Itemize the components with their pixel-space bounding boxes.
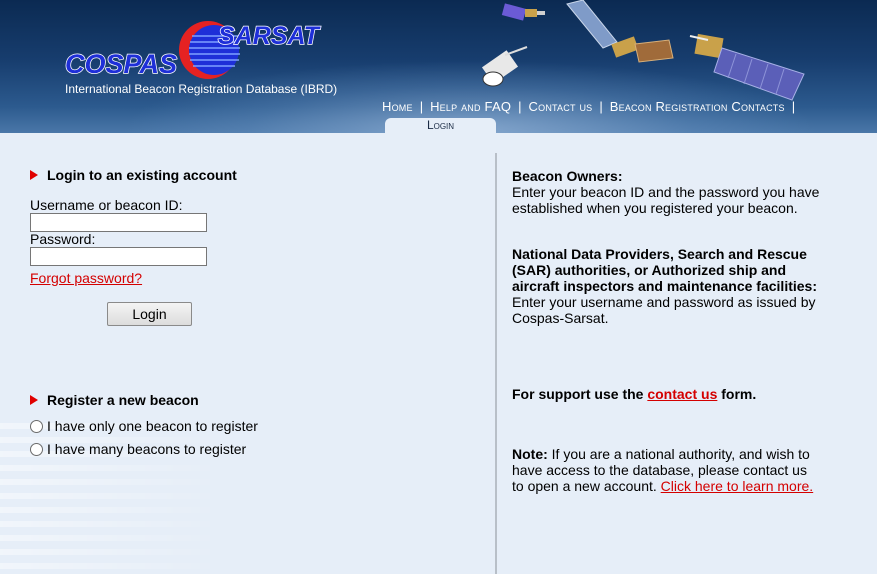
- support-block: For support use the contact us form.: [512, 386, 822, 402]
- site-header: COSPAS SARSAT International Beacon Regis…: [0, 0, 877, 133]
- main-content: Login to an existing account Username or…: [0, 133, 877, 574]
- satellite-icon: [501, 3, 545, 21]
- logo-cospas-text: COSPAS: [65, 49, 177, 79]
- radio-label: I have many beacons to register: [47, 441, 247, 457]
- radio-one-beacon[interactable]: I have only one beacon to register: [30, 418, 258, 434]
- owners-block: Beacon Owners: Enter your beacon ID and …: [512, 168, 822, 216]
- nav-separator: |: [419, 98, 424, 114]
- providers-heading: National Data Providers, Search and Resc…: [512, 246, 817, 294]
- register-section-title: Register a new beacon: [30, 392, 199, 408]
- nav-beacon-registration-contacts[interactable]: Beacon Registration Contacts: [610, 99, 785, 114]
- tab-login[interactable]: Login: [385, 118, 496, 133]
- password-label: Password:: [30, 231, 96, 247]
- note-block: Note: If you are a national authority, a…: [512, 446, 822, 494]
- nav-help-faq[interactable]: Help and FAQ: [430, 99, 511, 114]
- radio-label: I have only one beacon to register: [47, 418, 258, 434]
- support-suffix: form.: [721, 386, 757, 402]
- login-title-text: Login to an existing account: [47, 167, 237, 183]
- login-section-title: Login to an existing account: [30, 167, 237, 183]
- nav-separator: |: [518, 98, 522, 114]
- note-label: Note:: [512, 446, 548, 462]
- username-label: Username or beacon ID:: [30, 197, 183, 213]
- main-nav: Home | Help and FAQ | Contact us | Beaco…: [382, 97, 802, 115]
- login-button[interactable]: Login: [107, 302, 192, 326]
- radio-many-beacons[interactable]: I have many beacons to register: [30, 441, 246, 457]
- radio-button[interactable]: [30, 419, 43, 433]
- owners-text: Enter your beacon ID and the password yo…: [512, 184, 820, 216]
- red-arrow-icon: [30, 170, 38, 180]
- username-input[interactable]: [30, 213, 207, 232]
- logo-sarsat-text: SARSAT: [218, 22, 322, 50]
- providers-text: Enter your username and password as issu…: [512, 294, 816, 326]
- register-title-text: Register a new beacon: [47, 392, 199, 408]
- learn-more-link[interactable]: Click here to learn more.: [661, 478, 814, 494]
- owners-heading: Beacon Owners:: [512, 168, 623, 184]
- nav-separator: |: [599, 98, 603, 114]
- forgot-password-link[interactable]: Forgot password?: [30, 270, 142, 286]
- site-subtitle: International Beacon Registration Databa…: [65, 82, 338, 96]
- red-arrow-icon: [30, 395, 38, 405]
- nav-home[interactable]: Home: [382, 99, 413, 114]
- providers-block: National Data Providers, Search and Resc…: [512, 246, 822, 326]
- logo-graphic: COSPAS SARSAT: [64, 21, 322, 80]
- password-input[interactable]: [30, 247, 207, 266]
- satellite-icon: [481, 46, 528, 87]
- satellite-icon: [566, 0, 674, 63]
- nav-contact-us[interactable]: Contact us: [529, 99, 593, 114]
- cospas-sarsat-logo[interactable]: COSPAS SARSAT: [62, 20, 332, 82]
- column-divider: [495, 153, 497, 574]
- contact-us-link[interactable]: contact us: [647, 386, 717, 402]
- support-prefix: For support use the: [512, 386, 644, 402]
- nav-separator: |: [791, 98, 796, 114]
- radio-button[interactable]: [30, 442, 43, 456]
